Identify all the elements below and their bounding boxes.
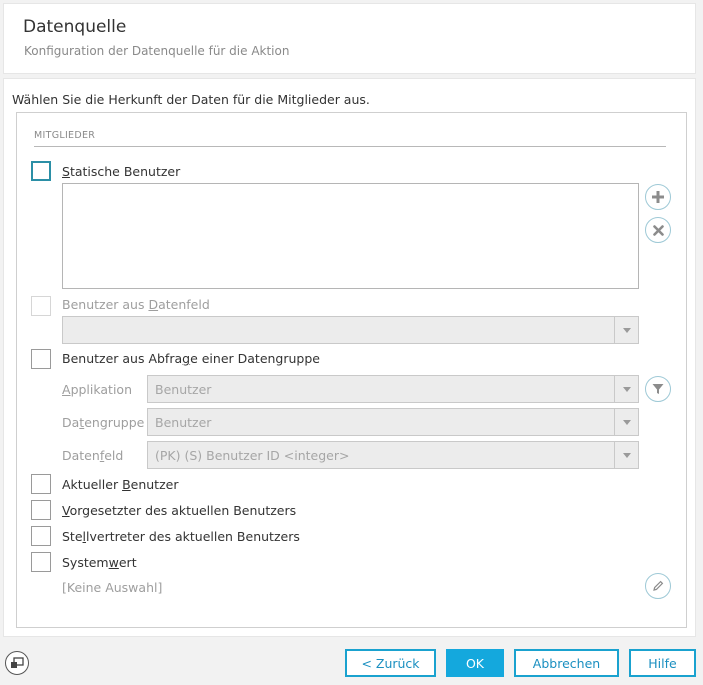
edit-system-value-button[interactable] [645,573,671,599]
system-value-checkbox[interactable] [31,552,51,572]
filter-button[interactable] [645,376,671,402]
chevron-down-icon[interactable] [614,442,638,468]
filter-icon [652,384,664,394]
window-icon-button[interactable] [5,651,29,675]
supervisor-checkbox[interactable] [31,500,51,520]
section-divider [34,146,666,147]
window-icon [11,657,24,668]
deputy-checkbox[interactable] [31,526,51,546]
static-users-checkbox[interactable] [31,161,51,181]
members-panel: MITGLIEDER Statische Benutzer Benutzer a… [16,112,687,628]
plus-icon [652,191,664,203]
users-from-query-checkbox[interactable] [31,349,51,369]
chevron-down-icon[interactable] [614,317,638,343]
users-from-field-label[interactable]: Benutzer aus Datenfeld [62,297,210,312]
static-users-label[interactable]: Statische Benutzer [62,164,180,179]
users-from-field-checkbox[interactable] [31,296,51,316]
system-value-text: [Keine Auswahl] [62,580,163,595]
current-user-checkbox[interactable] [31,474,51,494]
application-label: Applikation [62,382,133,397]
pencil-icon [653,580,664,591]
dialog-header: Datenquelle Konfiguration der Datenquell… [3,3,696,74]
datagroup-select[interactable]: Benutzer [147,408,639,436]
application-select[interactable]: Benutzer [147,375,639,403]
query-datafield-select[interactable]: (PK) (S) Benutzer ID <integer> [147,441,639,469]
chevron-down-icon[interactable] [614,376,638,402]
current-user-label[interactable]: Aktueller Benutzer [62,477,178,492]
remove-user-button[interactable] [645,217,671,243]
deputy-label[interactable]: Stellvertreter des aktuellen Benutzers [62,529,300,544]
static-users-list[interactable] [62,183,639,289]
datagroup-label: Datengruppe [62,415,145,430]
instruction-text: Wählen Sie die Herkunft der Daten für di… [12,92,370,107]
ok-button[interactable]: OK [446,649,504,677]
close-icon [652,224,664,236]
system-value-label[interactable]: Systemwert [62,555,137,570]
add-user-button[interactable] [645,184,671,210]
help-button[interactable]: Hilfe [629,649,696,677]
section-title: MITGLIEDER [34,130,96,141]
cancel-button[interactable]: Abbrechen [514,649,619,677]
chevron-down-icon[interactable] [614,409,638,435]
supervisor-label[interactable]: Vorgesetzter des aktuellen Benutzers [62,503,296,518]
dialog-subtitle: Konfiguration der Datenquelle für die Ak… [24,44,290,58]
users-from-query-label[interactable]: Benutzer aus Abfrage einer Datengruppe [62,351,320,366]
query-datafield-label: Datenfeld [62,448,124,463]
dialog-content: Wählen Sie die Herkunft der Daten für di… [3,78,696,637]
back-button[interactable]: < Zurück [345,649,436,677]
datafield-select[interactable] [62,316,639,344]
dialog-title: Datenquelle [23,17,127,37]
